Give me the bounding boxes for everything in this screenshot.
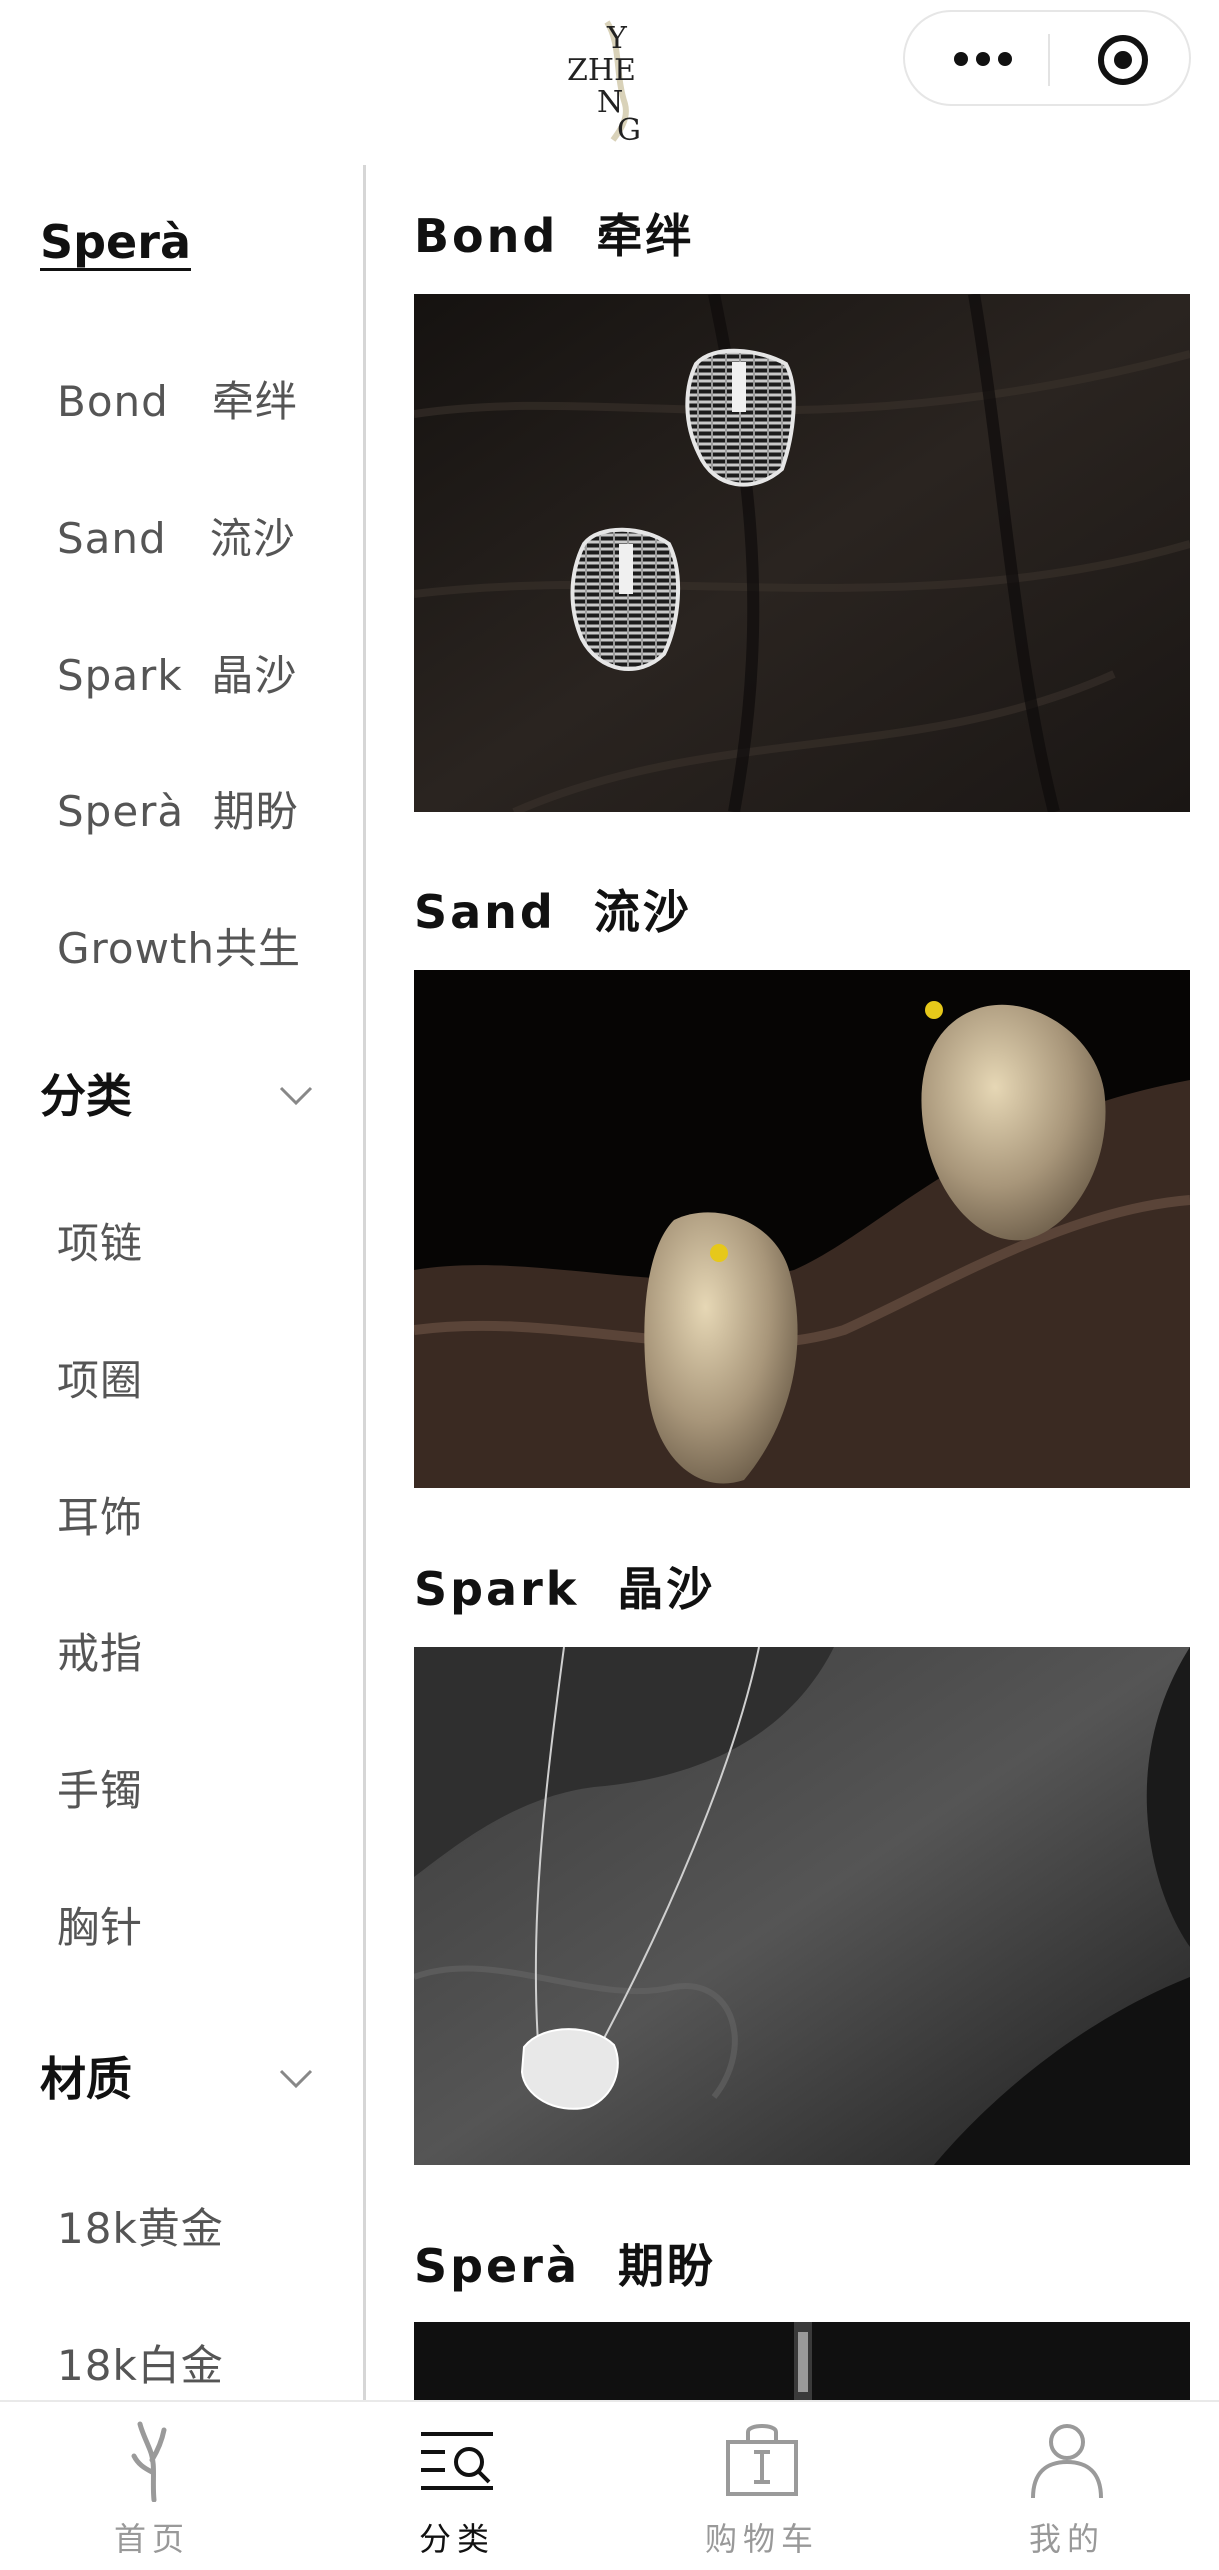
top-bar: Y ZHE N G xyxy=(0,0,1219,160)
section-title-bond: Bond 牵绊 xyxy=(414,209,695,263)
sidebar-item-bracelets[interactable]: 手镯 xyxy=(57,1757,143,1818)
tab-label-cart: 购物车 xyxy=(704,2520,819,2558)
tab-profile[interactable]: 我的 xyxy=(967,2402,1167,2570)
category-search-icon xyxy=(421,2432,493,2490)
tab-category[interactable]: 分类 xyxy=(357,2402,557,2570)
sidebar-item-necklace[interactable]: 项链 xyxy=(57,1210,143,1271)
tab-label-home: 首页 xyxy=(113,2520,190,2558)
brand-logo: Y ZHE N G xyxy=(567,20,641,144)
capsule-divider xyxy=(1048,34,1050,86)
shopping-bag-icon xyxy=(726,2424,798,2496)
sidebar-item-sand[interactable]: Sand 流沙 xyxy=(57,505,296,566)
section-title-sand: Sand 流沙 xyxy=(414,885,692,939)
collection-image-bond[interactable] xyxy=(414,294,1190,812)
sidebar-heading-collection[interactable]: Sperà xyxy=(40,215,191,269)
sidebar-item-spark[interactable]: Spark 晶沙 xyxy=(57,642,297,703)
tab-label-profile: 我的 xyxy=(1028,2520,1105,2558)
sidebar-item-spera[interactable]: Sperà 期盼 xyxy=(57,778,299,839)
sidebar-item-collar[interactable]: 项圈 xyxy=(57,1347,143,1408)
collection-image-sand[interactable] xyxy=(414,970,1190,1488)
mini-program-capsule xyxy=(903,10,1191,106)
sidebar-heading-category[interactable]: 分类 xyxy=(40,1060,132,1126)
bottom-tab-bar: 首页 分类 购物车 我的 xyxy=(0,2400,1219,2568)
tab-home[interactable]: 首页 xyxy=(52,2402,252,2570)
chevron-down-icon[interactable] xyxy=(278,1085,314,1107)
svg-text:G: G xyxy=(617,113,641,144)
sidebar-heading-material[interactable]: 材质 xyxy=(40,2043,132,2109)
sidebar-item-earrings[interactable]: 耳饰 xyxy=(57,1484,143,1545)
section-title-spark: Spark 晶沙 xyxy=(414,1562,716,1616)
sidebar-item-rings[interactable]: 戒指 xyxy=(57,1620,143,1681)
collection-image-spera[interactable] xyxy=(414,2322,1190,2400)
coral-home-icon xyxy=(131,2421,167,2502)
svg-text:ZHE: ZHE xyxy=(567,53,636,88)
tab-cart[interactable]: 购物车 xyxy=(662,2402,862,2570)
svg-text:Y: Y xyxy=(606,21,628,56)
tab-label-category: 分类 xyxy=(418,2520,495,2558)
section-title-spera: Sperà 期盼 xyxy=(414,2239,717,2293)
sidebar-item-bond[interactable]: Bond 牵绊 xyxy=(57,368,298,429)
category-sidebar: Sperà Bond 牵绊 Sand 流沙 Spark 晶沙 Sperà 期盼 … xyxy=(0,160,364,2400)
more-dots-icon[interactable] xyxy=(943,34,1023,84)
sidebar-item-white-gold[interactable]: 18k白金 xyxy=(57,2332,224,2393)
chevron-down-icon[interactable] xyxy=(278,2068,314,2090)
sidebar-item-growth[interactable]: Growth共生 xyxy=(57,915,301,976)
user-profile-icon xyxy=(1031,2424,1103,2499)
sidebar-item-brooches[interactable]: 胸针 xyxy=(57,1894,143,1955)
collection-image-spark[interactable] xyxy=(414,1647,1190,2165)
sidebar-item-yellow-gold[interactable]: 18k黄金 xyxy=(57,2195,224,2256)
target-circle-icon[interactable] xyxy=(1093,34,1153,86)
